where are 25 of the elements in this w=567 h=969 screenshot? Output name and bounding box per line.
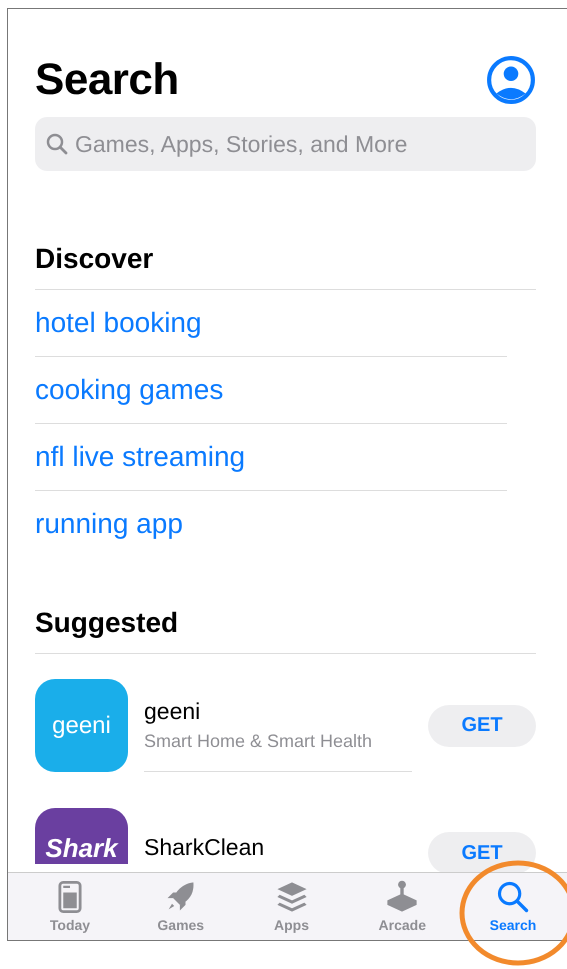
get-button[interactable]: GET <box>428 704 536 746</box>
app-icon[interactable]: Shark <box>35 808 128 864</box>
search-input[interactable]: Games, Apps, Stories, and More <box>75 130 526 158</box>
suggestion-link[interactable]: hotel booking <box>35 290 507 356</box>
suggestion-link[interactable]: running app <box>35 490 507 557</box>
app-subtitle: Smart Home & Smart Health <box>144 731 374 752</box>
app-name: geeni <box>144 698 202 725</box>
app-name: SharkClean <box>144 834 266 860</box>
app-icon[interactable]: geeni <box>35 679 128 772</box>
account-icon[interactable] <box>486 55 536 105</box>
tab[interactable]: Apps <box>252 879 332 940</box>
tab[interactable]: Today <box>30 879 110 940</box>
get-button[interactable]: GET <box>428 832 536 874</box>
tab[interactable]: Arcade <box>362 879 442 940</box>
section-heading: Discover <box>35 243 536 290</box>
search-icon <box>495 879 531 915</box>
tab[interactable]: Games <box>140 879 221 940</box>
search-icon <box>45 132 69 156</box>
suggestion-link[interactable]: cooking games <box>35 356 507 423</box>
search-field[interactable]: Games, Apps, Stories, and More <box>35 117 536 171</box>
suggestion-link[interactable]: nfl live streaming <box>35 423 507 490</box>
page-title: Search <box>35 55 179 105</box>
app-icon-text: Shark <box>45 833 118 864</box>
section-heading: Suggested <box>35 607 536 654</box>
app-icon-text: geeni <box>52 712 111 740</box>
